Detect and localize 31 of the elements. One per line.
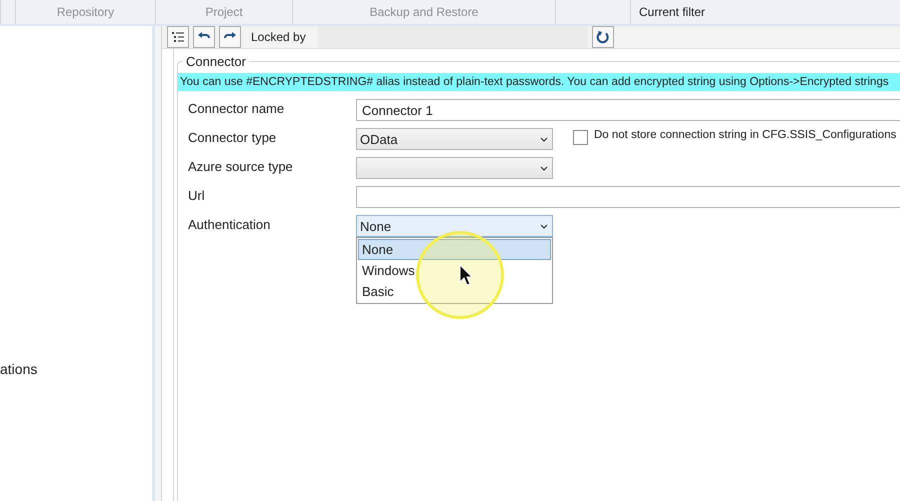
- undo-button[interactable]: [193, 26, 215, 48]
- sidebar-text: ations: [0, 361, 38, 377]
- field-label: Authentication: [188, 216, 272, 232]
- info-banner: You can use #ENCRYPTEDSTRING# alias instead of plain-text passwords. You can add encrypted string using Options->Encrypted strings: [178, 73, 900, 91]
- group-title: Connector: [183, 54, 249, 69]
- field-label: Azure source type: [188, 158, 294, 174]
- locked-by-label: Locked by: [251, 30, 306, 44]
- list-button[interactable]: [167, 26, 189, 48]
- list-icon: [171, 30, 185, 44]
- text-field[interactable]: Connector 1: [356, 99, 900, 121]
- refresh-icon: [596, 30, 610, 44]
- dropdown[interactable]: None: [356, 215, 553, 237]
- column-header[interactable]: Current filter: [639, 5, 706, 19]
- field-label: Url: [188, 187, 206, 203]
- dropdown-option[interactable]: None: [358, 239, 551, 260]
- dropdown-option[interactable]: Basic: [358, 281, 551, 302]
- checkbox-label: Do not store connection string in CFG.SSIS_Configurations: [594, 128, 896, 141]
- field-label: Connector type: [188, 129, 278, 145]
- dropdown[interactable]: [356, 157, 553, 179]
- chevron-down-icon: [540, 224, 548, 228]
- checkbox[interactable]: [573, 130, 588, 145]
- field-label: Connector name: [188, 100, 286, 116]
- redo-button[interactable]: [219, 26, 241, 48]
- chevron-down-icon: [540, 166, 548, 170]
- text-field[interactable]: [356, 186, 900, 208]
- dropdown-option[interactable]: Windows: [358, 260, 551, 281]
- refresh-button[interactable]: [592, 26, 614, 48]
- dropdown[interactable]: OData: [356, 128, 553, 150]
- cursor-icon: [459, 264, 473, 286]
- locked-by-field[interactable]: [318, 26, 588, 48]
- chevron-down-icon: [540, 136, 548, 142]
